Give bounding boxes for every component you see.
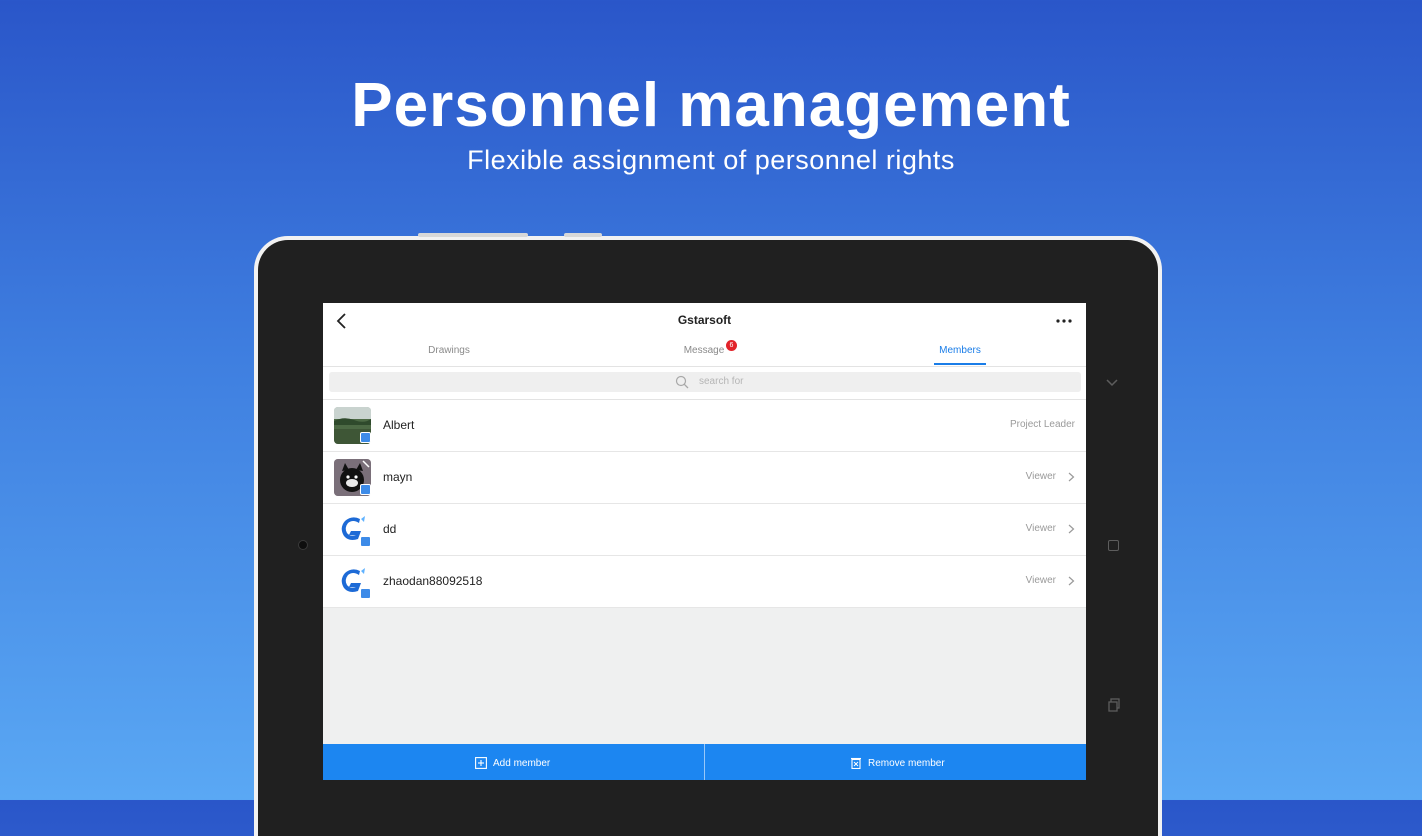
search-bar: search for — [323, 367, 1086, 400]
add-member-button[interactable]: Add member — [323, 744, 704, 780]
member-row[interactable]: dd Viewer — [323, 504, 1086, 556]
tab-bar: Drawings Message Members — [323, 337, 1086, 366]
add-member-label: Add member — [493, 757, 551, 769]
chevron-right-icon — [1068, 524, 1075, 534]
member-role: Viewer — [1025, 575, 1056, 586]
chevron-right-icon — [1068, 472, 1075, 482]
search-icon — [675, 375, 689, 389]
plus-square-icon — [475, 757, 487, 769]
hero-subtitle: Flexible assignment of personnel rights — [467, 145, 955, 175]
active-tab-indicator — [934, 363, 986, 365]
device-badge-icon — [360, 588, 371, 599]
device-badge-icon — [360, 536, 371, 547]
message-count-badge: 6 — [726, 340, 737, 351]
tab-message[interactable]: Message — [654, 337, 754, 366]
member-list: Albert Project Leader mayn Viewer dd Vie… — [323, 400, 1086, 608]
remove-member-label: Remove member — [868, 757, 945, 769]
project-title: Gstarsoft — [677, 313, 732, 327]
action-bar: Add member Remove member — [323, 744, 1086, 780]
member-name: Albert — [383, 418, 415, 432]
member-role: Viewer — [1025, 471, 1056, 482]
home-square-icon[interactable] — [1108, 540, 1119, 551]
power-button — [564, 233, 602, 237]
recent-apps-icon[interactable] — [1108, 698, 1120, 712]
top-bar: Gstarsoft Drawings Message Members 6 — [323, 303, 1086, 367]
chevron-down-icon[interactable] — [1106, 376, 1118, 388]
search-placeholder: search for — [699, 376, 744, 387]
member-role: Viewer — [1025, 523, 1056, 534]
device-badge-icon — [360, 484, 371, 495]
member-name: zhaodan88092518 — [383, 574, 483, 588]
device-badge-icon — [360, 432, 371, 443]
member-name: mayn — [383, 470, 413, 484]
hero-title: Personnel management — [351, 71, 1071, 140]
trash-icon — [851, 757, 861, 769]
camera-icon — [298, 540, 308, 550]
member-name: dd — [383, 522, 397, 536]
more-options-icon[interactable] — [1054, 311, 1074, 331]
search-input[interactable]: search for — [329, 372, 1081, 392]
member-row[interactable]: Albert Project Leader — [323, 400, 1086, 452]
member-role: Project Leader — [1009, 419, 1075, 430]
chevron-right-icon — [1068, 576, 1075, 586]
app-screen: Gstarsoft Drawings Message Members 6 sea… — [323, 303, 1086, 780]
tab-members[interactable]: Members — [910, 337, 1010, 366]
tab-drawings[interactable]: Drawings — [399, 337, 499, 366]
member-row[interactable]: mayn Viewer — [323, 452, 1086, 504]
volume-button — [418, 233, 528, 237]
member-row[interactable]: zhaodan88092518 Viewer — [323, 556, 1086, 608]
remove-member-button[interactable]: Remove member — [705, 744, 1086, 780]
